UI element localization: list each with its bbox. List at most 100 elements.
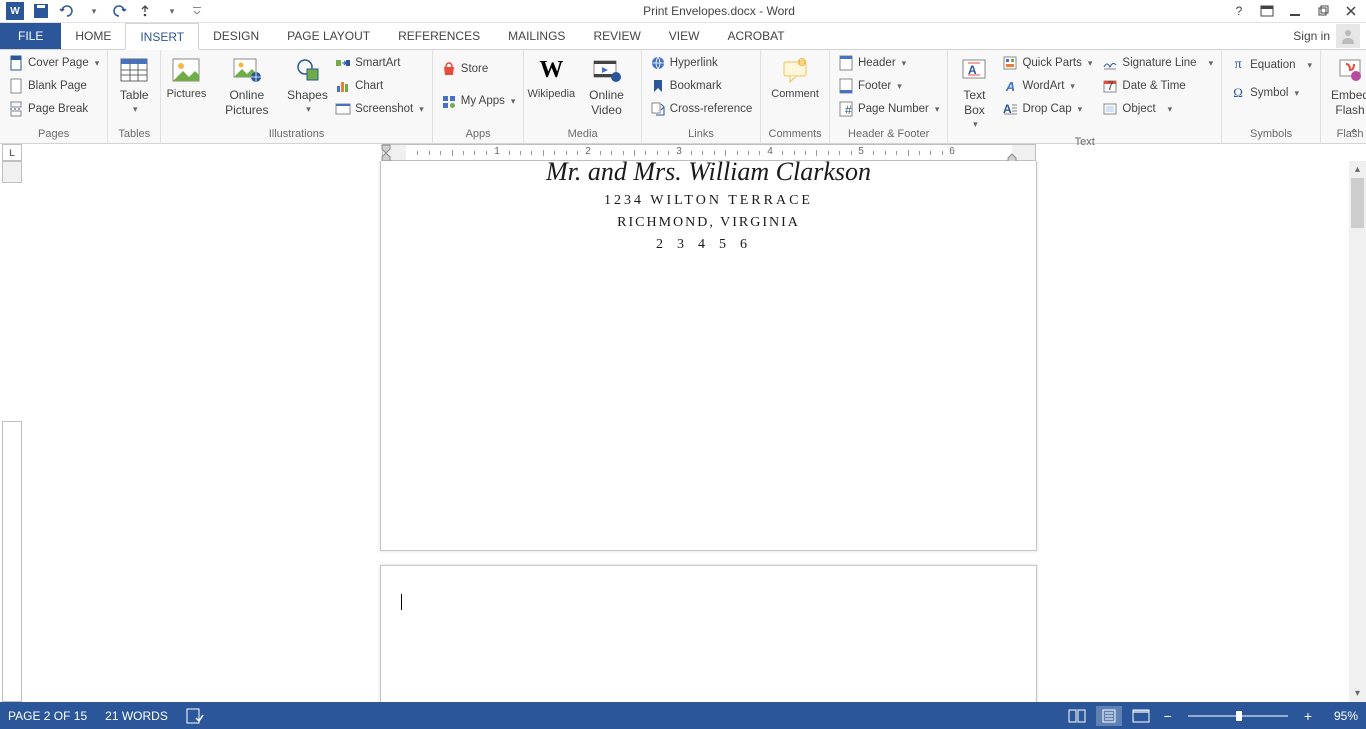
ribbon: Cover Page▾ Blank Page Page Break Pages … bbox=[0, 50, 1366, 144]
envelope-address-line[interactable]: 1234 WILTON TERRACE bbox=[381, 193, 1036, 209]
my-apps-label: My Apps bbox=[461, 95, 505, 107]
smartart-button[interactable]: SmartArt bbox=[331, 52, 428, 74]
embed-flash-label: Embed Flash bbox=[1331, 88, 1366, 118]
envelope-recipient-name[interactable]: Mr. and Mrs. William Clarkson bbox=[381, 161, 1036, 187]
bookmark-button[interactable]: Bookmark bbox=[646, 75, 756, 97]
scroll-thumb[interactable] bbox=[1351, 178, 1364, 228]
pictures-button[interactable]: Pictures bbox=[165, 52, 207, 103]
avatar-icon[interactable] bbox=[1336, 24, 1360, 48]
document-area: Mr. and Mrs. William Clarkson 1234 WILTO… bbox=[0, 161, 1366, 702]
minimize-button[interactable] bbox=[1286, 2, 1304, 20]
my-apps-button[interactable]: My Apps▾ bbox=[437, 90, 520, 112]
touch-mode-button[interactable] bbox=[134, 1, 156, 21]
media-group-label: Media bbox=[528, 126, 636, 143]
page-number-label: Page Number bbox=[858, 103, 929, 115]
scroll-up-button[interactable]: ▴ bbox=[1349, 161, 1366, 178]
zoom-slider[interactable] bbox=[1188, 715, 1288, 717]
group-media: WWikipedia Online Video Media bbox=[524, 50, 641, 143]
envelope-zip[interactable]: 23456 bbox=[381, 237, 1036, 253]
object-icon bbox=[1102, 101, 1118, 117]
date-time-icon: 7 bbox=[1102, 78, 1118, 94]
print-layout-button[interactable] bbox=[1096, 706, 1122, 726]
online-video-button[interactable]: Online Video bbox=[576, 52, 637, 120]
tab-home[interactable]: HOME bbox=[61, 23, 125, 49]
document-canvas[interactable]: Mr. and Mrs. William Clarkson 1234 WILTO… bbox=[22, 161, 1366, 702]
zoom-out-button[interactable]: − bbox=[1160, 708, 1176, 724]
tab-mailings[interactable]: MAILINGS bbox=[494, 23, 579, 49]
tab-review[interactable]: REVIEW bbox=[579, 23, 654, 49]
symbol-button[interactable]: ΩSymbol▾ bbox=[1226, 82, 1316, 104]
zoom-in-button[interactable]: + bbox=[1300, 708, 1316, 724]
sign-in-link[interactable]: Sign in bbox=[1293, 29, 1330, 43]
zoom-slider-thumb[interactable] bbox=[1236, 711, 1242, 721]
ribbon-display-button[interactable] bbox=[1258, 2, 1276, 20]
read-mode-button[interactable] bbox=[1064, 706, 1090, 726]
wordart-button[interactable]: AWordArt▾ bbox=[998, 75, 1096, 97]
hyperlink-button[interactable]: Hyperlink bbox=[646, 52, 756, 74]
redo-button[interactable] bbox=[108, 1, 130, 21]
indent-marker-icon[interactable] bbox=[380, 143, 392, 163]
vertical-ruler[interactable] bbox=[2, 161, 22, 702]
tab-insert[interactable]: INSERT bbox=[125, 23, 199, 50]
embed-flash-button[interactable]: Embed Flash bbox=[1325, 52, 1366, 120]
zoom-level[interactable]: 95% bbox=[1322, 709, 1358, 723]
customize-qat-button[interactable] bbox=[186, 1, 208, 21]
object-button[interactable]: Object▾ bbox=[1098, 98, 1217, 120]
restore-button[interactable] bbox=[1314, 2, 1332, 20]
group-comments: Comment Comments bbox=[761, 50, 830, 143]
ruler-num: 5 bbox=[858, 146, 864, 157]
footer-button[interactable]: Footer▾ bbox=[834, 75, 944, 97]
quick-parts-button[interactable]: Quick Parts▾ bbox=[998, 52, 1096, 74]
page-break-button[interactable]: Page Break bbox=[4, 98, 103, 120]
tab-view[interactable]: VIEW bbox=[655, 23, 714, 49]
envelope-city-state[interactable]: RICHMOND, VIRGINIA bbox=[381, 215, 1036, 231]
close-button[interactable] bbox=[1342, 2, 1360, 20]
shapes-button[interactable]: Shapes▾ bbox=[286, 52, 329, 118]
page-2[interactable] bbox=[380, 565, 1037, 702]
tab-file[interactable]: FILE bbox=[0, 23, 61, 49]
smartart-label: SmartArt bbox=[355, 57, 400, 69]
online-pictures-button[interactable]: Online Pictures bbox=[210, 52, 284, 120]
table-button[interactable]: Table▾ bbox=[112, 52, 156, 118]
help-button[interactable]: ? bbox=[1230, 2, 1248, 20]
header-button[interactable]: Header▾ bbox=[834, 52, 944, 74]
svg-text:7: 7 bbox=[1107, 79, 1114, 93]
word-icon[interactable]: W bbox=[4, 1, 26, 21]
spelling-status-icon[interactable] bbox=[186, 708, 204, 724]
horizontal-ruler[interactable]: 1 2 3 4 5 6 bbox=[24, 144, 1366, 161]
screenshot-button[interactable]: Screenshot▾ bbox=[331, 98, 428, 120]
online-video-icon bbox=[591, 54, 623, 86]
cross-reference-button[interactable]: Cross-reference bbox=[646, 98, 756, 120]
collapse-ribbon-button[interactable]: ⌃ bbox=[1348, 126, 1360, 143]
wikipedia-button[interactable]: WWikipedia bbox=[528, 52, 574, 103]
tab-acrobat[interactable]: ACROBAT bbox=[713, 23, 798, 49]
web-layout-button[interactable] bbox=[1128, 706, 1154, 726]
text-box-button[interactable]: AText Box▾ bbox=[952, 52, 996, 134]
undo-button[interactable] bbox=[56, 1, 78, 21]
tab-page-layout[interactable]: PAGE LAYOUT bbox=[273, 23, 384, 49]
vertical-scrollbar[interactable]: ▴ ▾ bbox=[1349, 161, 1366, 702]
scroll-down-button[interactable]: ▾ bbox=[1349, 685, 1366, 702]
signature-line-button[interactable]: Signature Line▾ bbox=[1098, 52, 1217, 74]
store-button[interactable]: Store bbox=[437, 58, 520, 80]
tab-selector[interactable]: L bbox=[2, 144, 22, 161]
chart-button[interactable]: Chart bbox=[331, 75, 428, 97]
tab-references[interactable]: REFERENCES bbox=[384, 23, 494, 49]
equation-button[interactable]: πEquation▾ bbox=[1226, 54, 1316, 76]
undo-dropdown[interactable]: ▾ bbox=[82, 1, 104, 21]
date-time-button[interactable]: 7Date & Time bbox=[1098, 75, 1217, 97]
page-1[interactable]: Mr. and Mrs. William Clarkson 1234 WILTO… bbox=[380, 161, 1037, 551]
blank-page-button[interactable]: Blank Page bbox=[4, 75, 103, 97]
page-indicator[interactable]: PAGE 2 OF 15 bbox=[8, 709, 87, 723]
cover-page-button[interactable]: Cover Page▾ bbox=[4, 52, 103, 74]
comment-button[interactable]: Comment bbox=[765, 52, 825, 103]
tab-design[interactable]: DESIGN bbox=[199, 23, 273, 49]
page-break-label: Page Break bbox=[28, 103, 88, 115]
touch-mode-dropdown[interactable]: ▾ bbox=[160, 1, 182, 21]
header-label: Header bbox=[858, 57, 896, 69]
save-button[interactable] bbox=[30, 1, 52, 21]
word-count[interactable]: 21 WORDS bbox=[105, 709, 168, 723]
drop-cap-button[interactable]: ADrop Cap▾ bbox=[998, 98, 1096, 120]
page-number-button[interactable]: #Page Number▾ bbox=[834, 98, 944, 120]
group-illustrations: Pictures Online Pictures Shapes▾ SmartAr… bbox=[161, 50, 433, 143]
